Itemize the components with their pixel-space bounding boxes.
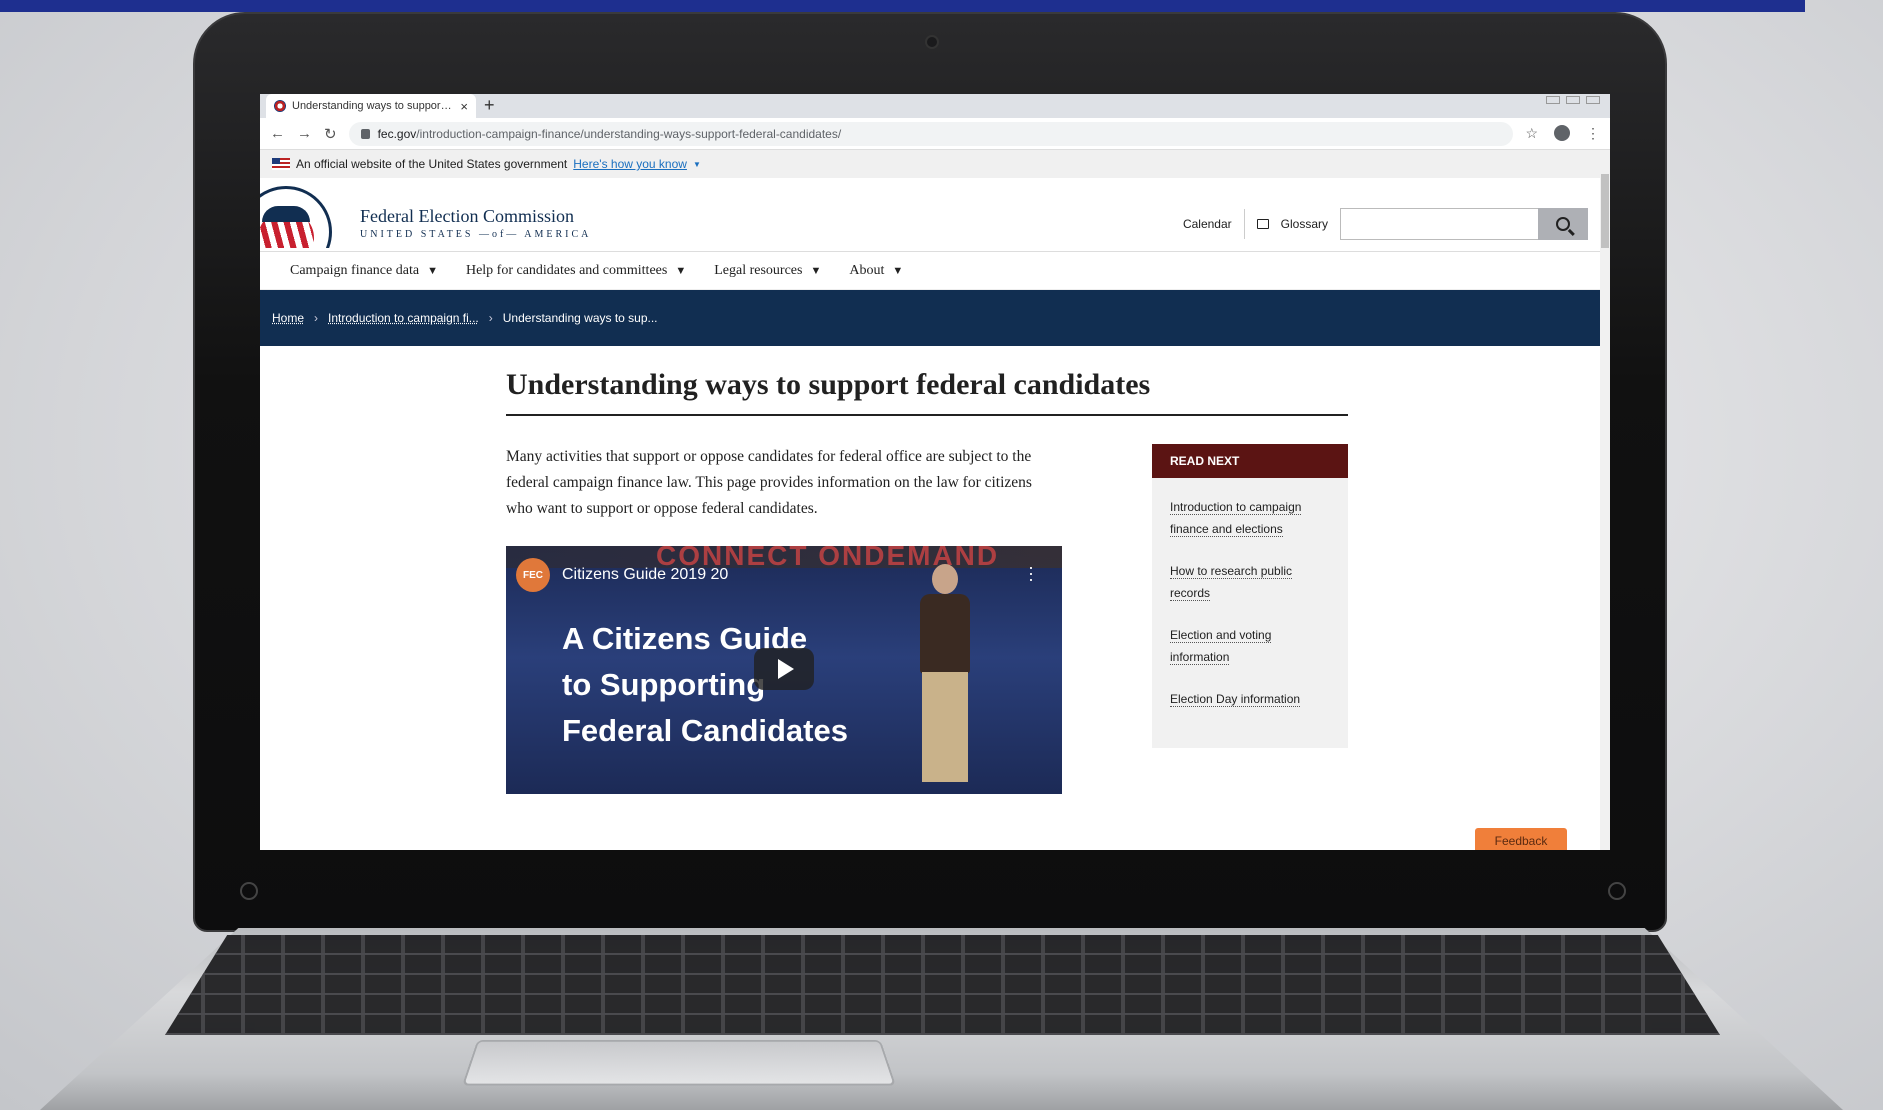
browser-tab[interactable]: Understanding ways to support federal ca… — [266, 94, 476, 118]
nav-legal-resources[interactable]: Legal resources ▼ — [714, 263, 821, 279]
video-player[interactable]: CONNECT ONDEMAND FEC Citizens Guide 2019… — [506, 546, 1062, 794]
caret-down-icon: ▼ — [427, 264, 438, 277]
bookmark-star-icon[interactable]: ☆ — [1525, 125, 1538, 142]
window-controls — [1546, 96, 1600, 104]
nav-label: About — [849, 262, 885, 278]
seal-stars — [262, 206, 310, 222]
read-next-link-text: Election and voting information — [1170, 628, 1272, 665]
keyboard-rows — [165, 935, 1720, 1035]
url-text: fec.gov/introduction-campaign-finance/un… — [378, 127, 842, 141]
scrollbar-thumb[interactable] — [1601, 174, 1609, 248]
feedback-button[interactable]: Feedback — [1475, 828, 1567, 850]
read-next-link[interactable]: Election and voting information — [1170, 624, 1330, 668]
profile-icon[interactable] — [1554, 125, 1570, 141]
search-input[interactable] — [1340, 208, 1538, 240]
speaker-figure — [902, 564, 988, 794]
read-next-link-text: Introduction to campaign finance and ele… — [1170, 500, 1302, 537]
maximize-icon[interactable] — [1566, 96, 1580, 104]
breadcrumb-separator: › — [314, 311, 319, 325]
header-divider — [1243, 209, 1245, 239]
video-more-icon[interactable]: · · · — [1028, 558, 1034, 588]
glossary-link[interactable]: Glossary — [1281, 217, 1328, 231]
top-accent-bar — [0, 0, 1805, 12]
agency-name: Federal Election Commission — [360, 206, 574, 226]
reload-icon[interactable]: ↻ — [324, 125, 337, 143]
webcam-icon — [925, 35, 939, 49]
breadcrumb-separator: › — [488, 311, 493, 325]
browser-menu-icon[interactable]: ⋮ — [1586, 125, 1600, 142]
forward-icon[interactable]: → — [297, 125, 312, 142]
read-next-heading: READ NEXT — [1152, 444, 1348, 478]
nav-label: Legal resources — [714, 262, 803, 278]
article-column: Many activities that support or oppose c… — [506, 444, 1062, 794]
nav-about[interactable]: About ▼ — [849, 263, 903, 279]
minimize-icon[interactable] — [1546, 96, 1560, 104]
laptop-screen: Understanding ways to support federal ca… — [260, 94, 1610, 850]
chevron-down-icon: ▼ — [692, 159, 701, 169]
page-scrollbar[interactable] — [1600, 150, 1610, 850]
page-title: Understanding ways to support federal ca… — [506, 368, 1348, 416]
read-next-link-text: Election Day information — [1170, 692, 1301, 707]
video-title[interactable]: Citizens Guide 2019 20 — [562, 566, 728, 584]
caret-down-icon: ▼ — [810, 264, 822, 277]
search-icon — [1556, 217, 1570, 231]
agency-subtitle: UNITED STATES —of— AMERICA — [360, 229, 592, 240]
fec-favicon-icon — [274, 100, 286, 112]
content-columns: Many activities that support or oppose c… — [506, 444, 1348, 794]
toolbar-icons: ☆ ⋮ — [1525, 125, 1600, 142]
breadcrumb: Home › Introduction to campaign fi... › … — [260, 290, 1610, 346]
bezel-screw-right — [1608, 882, 1626, 900]
breadcrumb-parent[interactable]: Introduction to campaign fi... — [328, 311, 479, 325]
us-flag-icon — [272, 158, 290, 170]
calendar-link[interactable]: Calendar — [1183, 217, 1232, 231]
read-next-link-text: How to research public records — [1170, 564, 1293, 601]
back-icon[interactable]: ← — [270, 125, 285, 142]
read-next-link[interactable]: How to research public records — [1170, 560, 1330, 604]
breadcrumb-home[interactable]: Home — [272, 311, 304, 325]
site-header: Federal Election Commission UNITED STATE… — [260, 178, 1610, 252]
video-headline-line: Federal Candidates — [562, 713, 848, 748]
nav-label: Help for candidates and committees — [465, 262, 668, 278]
agency-brand[interactable]: Federal Election Commission UNITED STATE… — [360, 206, 591, 240]
fec-seal-logo[interactable] — [260, 186, 332, 248]
bezel-screw-left — [240, 882, 258, 900]
touchpad — [461, 1039, 897, 1086]
read-next-list: Introduction to campaign finance and ele… — [1152, 478, 1348, 710]
nav-campaign-finance-data[interactable]: Campaign finance data ▼ — [290, 263, 438, 279]
new-tab-icon[interactable]: + — [484, 95, 495, 116]
tab-title: Understanding ways to support federal ca… — [292, 100, 454, 112]
read-next-panel: READ NEXT Introduction to campaign finan… — [1152, 444, 1348, 748]
tab-close-icon[interactable]: × — [460, 99, 468, 114]
url-host: fec.gov — [377, 126, 417, 141]
close-window-icon[interactable] — [1586, 96, 1600, 104]
address-bar[interactable]: fec.gov/introduction-campaign-finance/un… — [348, 121, 1514, 146]
main-navigation: Campaign finance data ▼ Help for candidat… — [260, 252, 1610, 290]
gov-banner: An official website of the United States… — [260, 150, 1610, 178]
nav-label: Campaign finance data — [290, 262, 420, 278]
play-button[interactable] — [754, 648, 814, 690]
read-next-link[interactable]: Election Day information — [1170, 688, 1330, 710]
lock-icon — [360, 128, 370, 139]
lede-paragraph: Many activities that support or oppose c… — [506, 448, 1032, 517]
glossary-book-icon — [1256, 219, 1269, 229]
site-search — [1340, 208, 1588, 240]
nav-help-for-candidates[interactable]: Help for candidates and committees ▼ — [466, 263, 686, 279]
speaker-legs — [922, 672, 968, 782]
url-path: /introduction-campaign-finance/understan… — [416, 126, 842, 141]
main-content: Understanding ways to support federal ca… — [506, 368, 1348, 794]
caret-down-icon: ▼ — [892, 264, 904, 277]
speaker-head — [932, 564, 958, 594]
caret-down-icon: ▼ — [675, 264, 687, 277]
browser-toolbar: ← → ↻ fec.gov/introduction-campaign-fina… — [260, 118, 1610, 150]
gov-banner-text: An official website of the United States… — [296, 157, 568, 171]
search-button[interactable] — [1538, 208, 1588, 240]
browser-tab-bar: Understanding ways to support federal ca… — [260, 94, 1610, 118]
header-utility-links: Calendar Glossary — [1183, 208, 1588, 240]
breadcrumb-current: Understanding ways to sup... — [502, 311, 658, 325]
read-next-link[interactable]: Introduction to campaign finance and ele… — [1170, 496, 1330, 540]
speaker-torso — [920, 594, 970, 674]
heres-how-you-know-link[interactable]: Here's how you know — [573, 157, 687, 171]
channel-avatar[interactable]: FEC — [516, 558, 550, 592]
